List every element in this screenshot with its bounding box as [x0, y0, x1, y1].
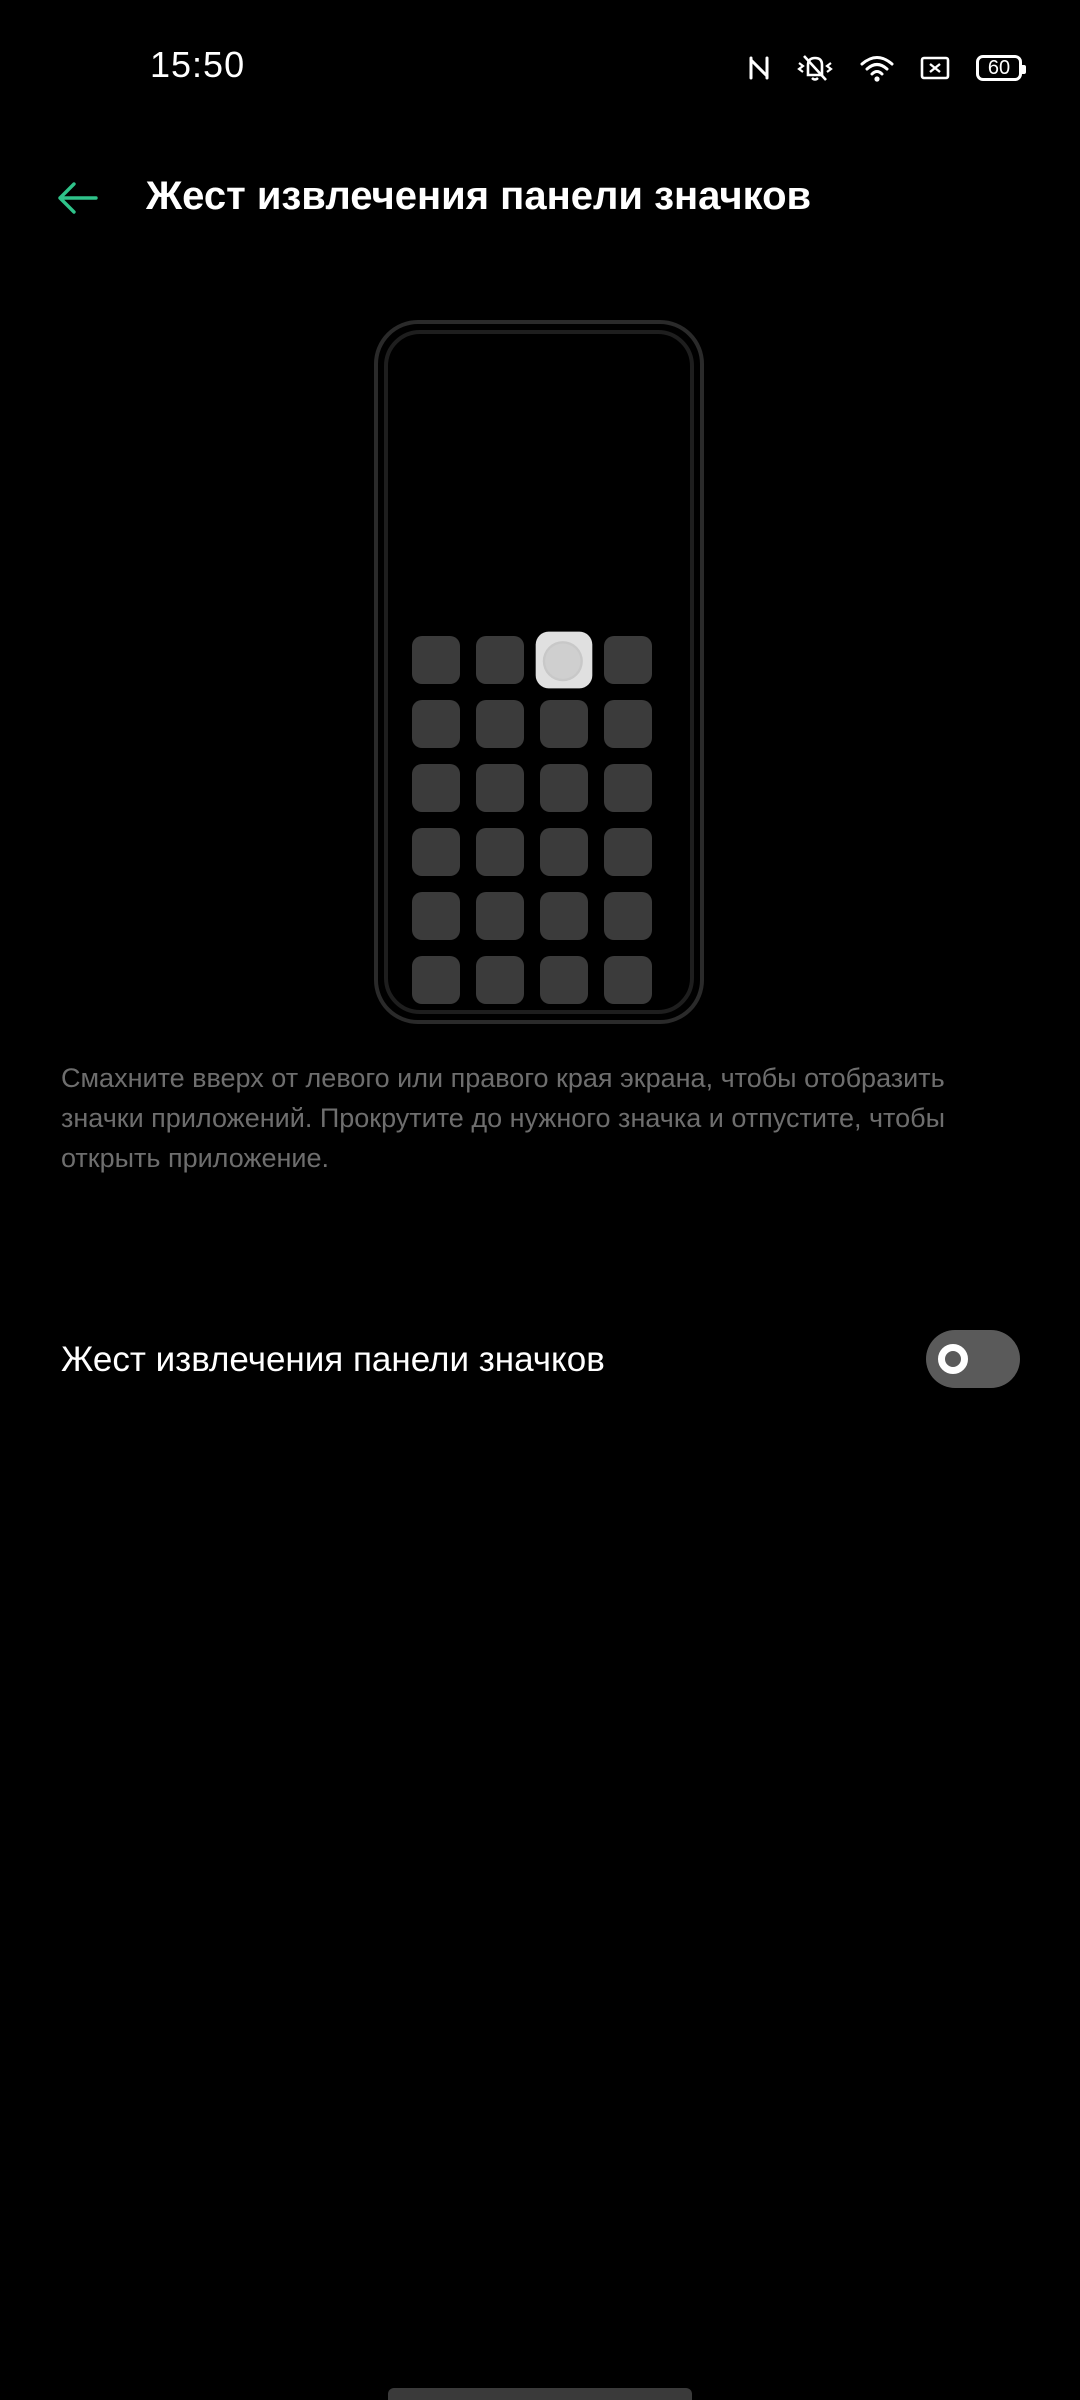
- app-tile: [604, 636, 652, 684]
- app-tile: [604, 956, 652, 1004]
- home-indicator[interactable]: [388, 2388, 692, 2400]
- app-tile: [540, 828, 588, 876]
- back-button[interactable]: [44, 166, 112, 234]
- app-tile: [604, 828, 652, 876]
- app-tile: [476, 892, 524, 940]
- app-tile: [604, 764, 652, 812]
- app-tile: [412, 892, 460, 940]
- app-tile: [412, 956, 460, 1004]
- app-tile: [476, 956, 524, 1004]
- gesture-illustration: [374, 320, 704, 1024]
- page-title: Жест извлечения панели значков: [146, 174, 812, 218]
- app-tile: [604, 892, 652, 940]
- status-icons: 60: [748, 48, 1026, 88]
- nfc-icon: [748, 54, 770, 82]
- app-tile: [604, 700, 652, 748]
- gesture-setting-label: Жест извлечения панели значков: [61, 1340, 605, 1379]
- gesture-description: Смахните вверх от левого или правого кра…: [61, 1063, 945, 1173]
- app-tile: [476, 764, 524, 812]
- app-tile: [412, 700, 460, 748]
- arrow-left-icon: [56, 180, 100, 221]
- app-icon-grid: [412, 631, 652, 1004]
- wifi-icon: [860, 54, 894, 82]
- app-tile-highlighted: [535, 631, 593, 689]
- toggle-knob: [938, 1344, 968, 1374]
- gesture-setting-row[interactable]: Жест извлечения панели значков: [0, 1310, 1080, 1410]
- app-tile: [476, 636, 524, 684]
- app-tile: [540, 700, 588, 748]
- app-tile: [540, 764, 588, 812]
- vibrate-off-icon: [796, 53, 834, 83]
- app-tile: [412, 764, 460, 812]
- app-tile: [412, 636, 460, 684]
- phone-screen: [384, 330, 694, 1014]
- app-tile: [540, 892, 588, 940]
- battery-icon: 60: [976, 55, 1026, 81]
- status-bar: 15:50 60: [0, 0, 1080, 140]
- status-time: 15:50: [150, 44, 246, 85]
- app-tile: [476, 700, 524, 748]
- app-tile: [412, 828, 460, 876]
- battery-level: 60: [987, 56, 1011, 79]
- app-tile: [476, 828, 524, 876]
- app-tile: [540, 956, 588, 1004]
- screen-cast-icon: [920, 55, 950, 81]
- app-header: Жест извлечения панели значков: [0, 150, 1080, 250]
- gesture-toggle-switch[interactable]: [926, 1330, 1020, 1388]
